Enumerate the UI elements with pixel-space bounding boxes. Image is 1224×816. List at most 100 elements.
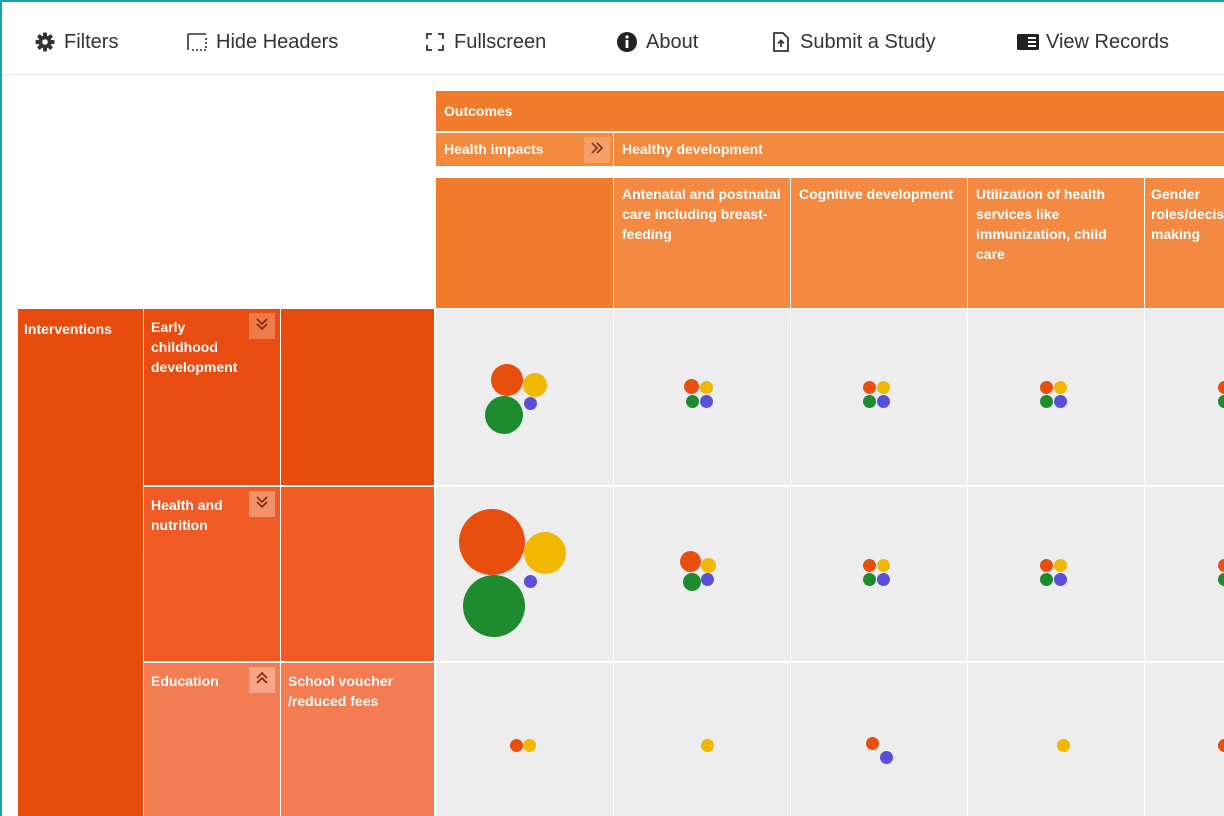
evidence-bubble[interactable]: [877, 381, 890, 394]
row-subheader-school-voucher[interactable]: School voucher /reduced fees: [281, 663, 434, 816]
map-cell[interactable]: [791, 663, 967, 816]
interventions-label: Interventions: [24, 321, 112, 337]
evidence-bubble[interactable]: [863, 395, 876, 408]
collapse-education-toggle[interactable]: [249, 667, 275, 693]
map-cell[interactable]: [614, 309, 790, 485]
healthy-development-header[interactable]: Healthy development: [614, 133, 1224, 166]
evidence-bubble[interactable]: [524, 532, 566, 574]
row-header-label: Early childhood development: [151, 319, 238, 375]
view-records-button[interactable]: View Records: [1016, 29, 1169, 55]
evidence-bubble[interactable]: [1218, 573, 1224, 586]
evidence-bubble[interactable]: [1040, 381, 1053, 394]
evidence-bubble[interactable]: [459, 509, 525, 575]
expand-health-nutrition-toggle[interactable]: [249, 491, 275, 517]
evidence-bubble[interactable]: [1218, 559, 1224, 572]
map-cell[interactable]: [614, 663, 790, 816]
toolbar: Filters Hide Headers Fullscreen About Su…: [2, 2, 1224, 75]
evidence-bubble[interactable]: [1054, 381, 1067, 394]
evidence-bubble[interactable]: [463, 575, 525, 637]
evidence-bubble[interactable]: [1057, 739, 1070, 752]
expand-early-childhood-toggle[interactable]: [249, 313, 275, 339]
column-header-gender[interactable]: Gender roles/decision making: [1145, 178, 1224, 308]
map-cell[interactable]: [1145, 309, 1224, 485]
evidence-bubble[interactable]: [684, 379, 699, 394]
health-impacts-label: Health impacts: [444, 141, 544, 157]
map-cell[interactable]: [791, 487, 967, 661]
evidence-map-grid: Outcomes Health impacts Healthy developm…: [2, 75, 1224, 816]
evidence-bubble[interactable]: [1218, 395, 1224, 408]
expand-health-impacts-toggle[interactable]: [584, 137, 610, 163]
map-cell[interactable]: [1145, 663, 1224, 816]
healthy-development-label: Healthy development: [622, 141, 763, 157]
evidence-bubble[interactable]: [877, 573, 890, 586]
column-header-antenatal[interactable]: Antenatal and postnatal care including b…: [614, 178, 790, 308]
records-icon: [1016, 31, 1039, 53]
column-header-label: Antenatal and postnatal care including b…: [622, 186, 781, 242]
evidence-bubble[interactable]: [863, 573, 876, 586]
row-header-label: Education: [151, 673, 219, 689]
submit-study-button[interactable]: Submit a Study: [770, 29, 936, 55]
column-header-utilization[interactable]: Utilization of health services like immu…: [968, 178, 1144, 308]
about-button[interactable]: About: [616, 29, 698, 55]
evidence-bubble[interactable]: [523, 739, 536, 752]
interventions-header[interactable]: Interventions: [18, 309, 143, 816]
outcomes-header[interactable]: Outcomes: [436, 91, 1224, 131]
evidence-bubble[interactable]: [491, 364, 523, 396]
map-cell[interactable]: [614, 487, 790, 661]
row-subheader-early-childhood: [281, 309, 434, 485]
map-cell[interactable]: [968, 487, 1144, 661]
column-header-cognitive[interactable]: Cognitive development: [791, 178, 967, 308]
evidence-bubble[interactable]: [1054, 395, 1067, 408]
fullscreen-label: Fullscreen: [454, 30, 547, 53]
map-cell[interactable]: [968, 663, 1144, 816]
evidence-bubble[interactable]: [1054, 559, 1067, 572]
fullscreen-icon: [424, 31, 446, 53]
map-cell[interactable]: [436, 487, 613, 661]
evidence-bubble[interactable]: [485, 396, 523, 434]
evidence-bubble[interactable]: [680, 551, 701, 572]
fullscreen-button[interactable]: Fullscreen: [424, 29, 546, 55]
double-chevron-up-icon: [255, 670, 269, 691]
evidence-bubble[interactable]: [510, 739, 523, 752]
evidence-bubble[interactable]: [700, 395, 713, 408]
double-chevron-down-icon: [255, 494, 269, 515]
evidence-bubble[interactable]: [701, 739, 714, 752]
gear-icon: [34, 31, 56, 53]
filters-label: Filters: [64, 30, 119, 53]
evidence-bubble[interactable]: [1040, 559, 1053, 572]
evidence-bubble[interactable]: [523, 373, 547, 397]
evidence-bubble[interactable]: [700, 381, 713, 394]
map-cell[interactable]: [436, 663, 613, 816]
map-cell[interactable]: [1145, 487, 1224, 661]
evidence-bubble[interactable]: [686, 395, 699, 408]
filters-button[interactable]: Filters: [34, 29, 118, 55]
evidence-bubble[interactable]: [880, 751, 893, 764]
evidence-bubble[interactable]: [863, 381, 876, 394]
health-impacts-subheader: [436, 178, 613, 308]
map-cell[interactable]: [436, 309, 613, 485]
evidence-bubble[interactable]: [683, 573, 701, 591]
evidence-bubble[interactable]: [524, 575, 537, 588]
evidence-bubble[interactable]: [524, 397, 537, 410]
evidence-bubble[interactable]: [866, 737, 879, 750]
evidence-bubble[interactable]: [1040, 395, 1053, 408]
evidence-bubble[interactable]: [877, 559, 890, 572]
evidence-bubble[interactable]: [863, 559, 876, 572]
evidence-bubble[interactable]: [1054, 573, 1067, 586]
evidence-bubble[interactable]: [1218, 739, 1224, 752]
evidence-bubble[interactable]: [701, 558, 716, 573]
double-chevron-right-icon: [589, 141, 605, 160]
double-chevron-down-icon: [255, 316, 269, 337]
evidence-bubble[interactable]: [1218, 381, 1224, 394]
outcomes-label: Outcomes: [444, 103, 513, 119]
map-cell[interactable]: [968, 309, 1144, 485]
hide-headers-button[interactable]: Hide Headers: [186, 29, 338, 55]
map-cell[interactable]: [791, 309, 967, 485]
file-upload-icon: [770, 31, 792, 53]
evidence-bubble[interactable]: [1040, 573, 1053, 586]
row-header-label: Health and nutrition: [151, 497, 223, 533]
evidence-bubble[interactable]: [701, 573, 714, 586]
evidence-bubble[interactable]: [877, 395, 890, 408]
column-header-label: Cognitive development: [799, 186, 954, 202]
row-subheader-label: School voucher /reduced fees: [288, 673, 394, 709]
